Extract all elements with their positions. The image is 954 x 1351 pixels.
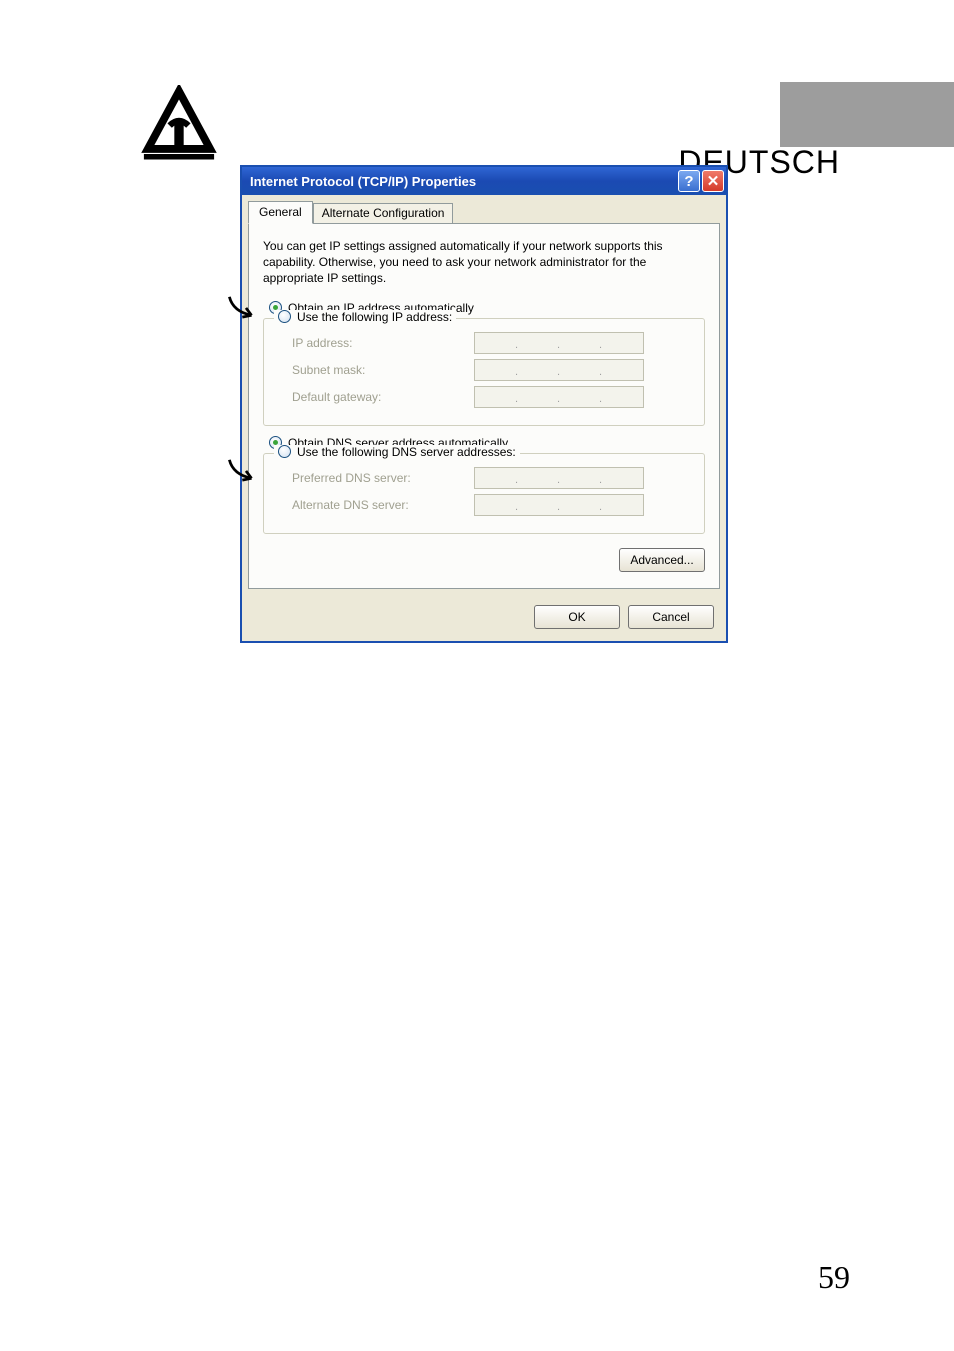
- radio-label: Use the following IP address:: [297, 310, 452, 324]
- dialog-button-row: OK Cancel: [242, 595, 726, 641]
- radio-icon: [278, 310, 291, 323]
- radio-use-following-ip[interactable]: Use the following IP address:: [274, 310, 456, 324]
- annotation-arrow-1: [227, 295, 265, 319]
- alternate-dns-input: ...: [474, 494, 644, 516]
- subnet-mask-input: ...: [474, 359, 644, 381]
- dialog-titlebar[interactable]: Internet Protocol (TCP/IP) Properties ? …: [242, 167, 726, 195]
- field-alternate-dns: Alternate DNS server: ...: [274, 494, 694, 516]
- field-default-gateway: Default gateway: ...: [274, 386, 694, 408]
- field-ip-address: IP address: ...: [274, 332, 694, 354]
- radio-icon: [278, 445, 291, 458]
- help-icon: ?: [684, 173, 693, 190]
- tab-alternate-configuration[interactable]: Alternate Configuration: [313, 203, 454, 223]
- close-button[interactable]: ✕: [702, 170, 724, 192]
- field-subnet-mask: Subnet mask: ...: [274, 359, 694, 381]
- brand-logo: [140, 85, 218, 163]
- page-number: 59: [818, 1259, 850, 1296]
- close-icon: ✕: [707, 172, 720, 190]
- description-text: You can get IP settings assigned automat…: [263, 238, 705, 287]
- default-gateway-input: ...: [474, 386, 644, 408]
- document-page: DEUTSCH Internet Protocol (TCP/IP) Prope…: [105, 60, 850, 1296]
- ok-button[interactable]: OK: [534, 605, 620, 629]
- tab-panel-general: You can get IP settings assigned automat…: [248, 223, 720, 589]
- dns-address-group: Use the following DNS server addresses: …: [263, 453, 705, 534]
- annotation-arrow-2: [227, 458, 265, 482]
- radio-label: Use the following DNS server addresses:: [297, 445, 516, 459]
- alternate-dns-label: Alternate DNS server:: [274, 498, 474, 512]
- subnet-mask-label: Subnet mask:: [274, 363, 474, 377]
- preferred-dns-input: ...: [474, 467, 644, 489]
- ip-address-label: IP address:: [274, 336, 474, 350]
- default-gateway-label: Default gateway:: [274, 390, 474, 404]
- help-button[interactable]: ?: [678, 170, 700, 192]
- preferred-dns-label: Preferred DNS server:: [274, 471, 474, 485]
- tab-general[interactable]: General: [248, 201, 313, 224]
- field-preferred-dns: Preferred DNS server: ...: [274, 467, 694, 489]
- ip-address-input: ...: [474, 332, 644, 354]
- tab-strip: General Alternate Configuration: [242, 195, 726, 223]
- cancel-button[interactable]: Cancel: [628, 605, 714, 629]
- dialog-title: Internet Protocol (TCP/IP) Properties: [250, 174, 676, 189]
- ip-address-group: Use the following IP address: IP address…: [263, 318, 705, 426]
- advanced-button[interactable]: Advanced...: [619, 548, 705, 572]
- header-gray-box: [780, 82, 954, 147]
- radio-use-following-dns[interactable]: Use the following DNS server addresses:: [274, 445, 520, 459]
- tcpip-properties-dialog: Internet Protocol (TCP/IP) Properties ? …: [240, 165, 728, 643]
